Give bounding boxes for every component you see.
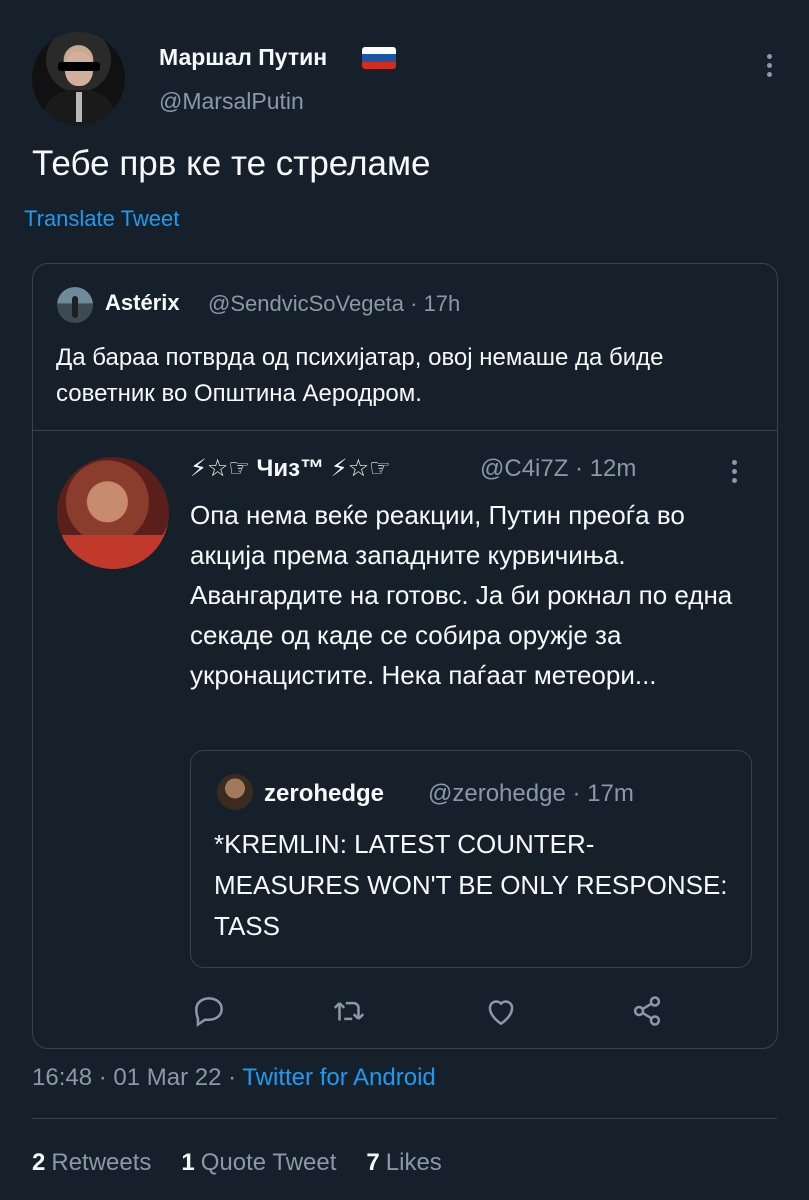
quoted-avatar[interactable] <box>57 287 93 323</box>
tweet-text: Тебе прв ке те стреламе <box>32 144 431 183</box>
likes-stat[interactable]: 7 Likes <box>366 1149 441 1176</box>
inner-quote-avatar[interactable] <box>217 774 253 810</box>
author-name[interactable]: Маршал Путин <box>159 44 327 71</box>
like-icon[interactable] <box>482 992 522 1032</box>
quote-tweets-stat[interactable]: 1 Quote Tweet <box>181 1149 336 1176</box>
divider <box>32 1118 777 1119</box>
author-avatar[interactable] <box>32 32 125 125</box>
quoted-text: Да бараа потврда од психијатар, овој нем… <box>56 344 664 407</box>
reply-name[interactable]: ⚡☆☞ Чиз™ ⚡☆☞ <box>190 454 391 483</box>
inner-quote-text: *KREMLIN: LATEST COUNTER-MEASURES WON'T … <box>214 829 728 941</box>
tweet-meta: 16:48 · 01 Mar 22 · Twitter for Android <box>32 1064 436 1092</box>
inner-quote-name[interactable]: zerohedge <box>264 780 384 808</box>
tweet-stats: 2 Retweets 1 Quote Tweet 7 Likes <box>32 1149 442 1177</box>
reply-text: Опа нема веќе реакции, Путин преоѓа во а… <box>190 500 733 690</box>
russia-flag-icon <box>362 47 396 69</box>
tweet-timestamp[interactable]: 16:48 · 01 Mar 22 · <box>32 1064 242 1091</box>
tweet-source-link[interactable]: Twitter for Android <box>242 1064 435 1091</box>
divider <box>33 430 777 431</box>
retweets-stat[interactable]: 2 Retweets <box>32 1149 151 1176</box>
inner-quote-handle[interactable]: @zerohedge · 17m <box>428 780 634 808</box>
translate-tweet-link[interactable]: Translate Tweet <box>24 206 179 232</box>
share-icon[interactable] <box>628 992 668 1032</box>
reply-icon[interactable] <box>190 992 230 1032</box>
quoted-handle[interactable]: @SendvicSoVegeta · 17h <box>208 291 460 317</box>
reply-avatar[interactable] <box>57 457 169 569</box>
quoted-name[interactable]: Astérix <box>105 290 180 316</box>
reply-more-options-icon[interactable] <box>724 456 744 487</box>
more-options-icon[interactable] <box>756 50 782 80</box>
reply-handle[interactable]: @C4i7Z · 12m <box>480 455 636 483</box>
author-handle[interactable]: @MarsalPutin <box>159 88 304 115</box>
retweet-icon[interactable] <box>330 992 370 1032</box>
